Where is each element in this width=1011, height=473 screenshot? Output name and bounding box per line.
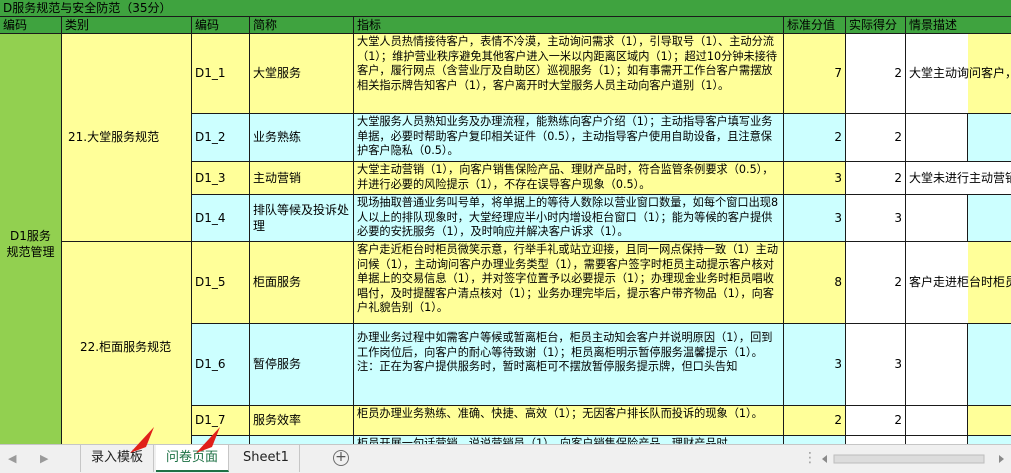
annotation-arrow-icon bbox=[130, 427, 154, 453]
cell-actual-d1-1[interactable]: 2 bbox=[846, 34, 906, 114]
cell-desc-d1-4[interactable] bbox=[906, 195, 968, 242]
cell-indicator-d1-1[interactable]: 大堂人员热情接待客户，表情不冷漠，主动询问需求（1），引导取号（1）、主动分流（… bbox=[354, 34, 784, 114]
cell-standard-d1-5[interactable]: 8 bbox=[784, 242, 846, 324]
header-indicator[interactable]: 指标 bbox=[354, 17, 784, 34]
cell-desc-d1-1[interactable]: 大堂主动询问客户， bbox=[906, 34, 1011, 114]
cell-standard-d1-7[interactable]: 2 bbox=[784, 406, 846, 436]
scroll-right-icon[interactable]: ▶ bbox=[40, 452, 48, 465]
group-code-cell[interactable]: D1服务规范管理 bbox=[0, 34, 62, 444]
cell-indicator-d1-3[interactable]: 大堂主动营销（1），向客户销售保险产品、理财产品时，符合监管条例要求（0.5），… bbox=[354, 162, 784, 195]
header-standard-score[interactable]: 标准分值 bbox=[784, 17, 846, 34]
cell-actual-next[interactable] bbox=[846, 436, 906, 444]
tab-sheet1[interactable]: Sheet1 bbox=[233, 445, 300, 472]
cell-extra-d1-6[interactable] bbox=[968, 324, 1011, 406]
cell-actual-d1-2[interactable]: 2 bbox=[846, 114, 906, 162]
cell-indicator-d1-6[interactable]: 办理业务过程中如需客户等候或暂离柜台，柜员主动知会客户并说明原因（1），回到工作… bbox=[354, 324, 784, 406]
cell-code-d1-6[interactable]: D1_6 bbox=[192, 324, 250, 406]
cell-code-d1-1[interactable]: D1_1 bbox=[192, 34, 250, 114]
header-code-2[interactable]: 编码 bbox=[192, 17, 250, 34]
cell-standard-d1-2[interactable]: 2 bbox=[784, 114, 846, 162]
cell-standard-d1-3[interactable]: 3 bbox=[784, 162, 846, 195]
cell-short-d1-7[interactable]: 服务效率 bbox=[250, 406, 354, 436]
horizontal-scrollbar[interactable] bbox=[820, 453, 1010, 465]
header-category[interactable]: 类别 bbox=[62, 17, 192, 34]
cell-indicator-d1-4[interactable]: 现场抽取普通业务叫号单，将单据上的等待人数除以营业窗口数量，如每个窗口出现8人以… bbox=[354, 195, 784, 242]
cell-extra-d1-7[interactable] bbox=[968, 406, 1011, 436]
cell-short-d1-6[interactable]: 暂停服务 bbox=[250, 324, 354, 406]
cell-indicator-next[interactable]: 柜员开展一句话营销，说说营销员（1）、向客户销售保险产品、理财产品时 bbox=[354, 436, 784, 444]
cell-desc-next[interactable] bbox=[906, 436, 968, 444]
category-lobby[interactable]: 21.大堂服务规范 bbox=[62, 34, 192, 242]
cell-standard-d1-4[interactable]: 3 bbox=[784, 195, 846, 242]
cell-extra-d1-2[interactable] bbox=[968, 114, 1011, 162]
cell-short-d1-2[interactable]: 业务熟练 bbox=[250, 114, 354, 162]
cell-desc-d1-6[interactable] bbox=[906, 324, 968, 406]
cell-short-d1-1[interactable]: 大堂服务 bbox=[250, 34, 354, 114]
header-code[interactable]: 编码 bbox=[0, 17, 62, 34]
section-title[interactable]: D服务规范与安全防范（35分） bbox=[0, 0, 1011, 17]
cell-standard-d1-1[interactable]: 7 bbox=[784, 34, 846, 114]
cell-code-d1-2[interactable]: D1_2 bbox=[192, 114, 250, 162]
add-sheet-icon[interactable]: + bbox=[333, 450, 349, 466]
more-options-icon[interactable]: ⋮ bbox=[803, 450, 817, 466]
cell-code-d1-4[interactable]: D1_4 bbox=[192, 195, 250, 242]
cell-desc-d1-5[interactable]: 客户走进柜台时柜员 bbox=[906, 242, 1011, 324]
cell-short-d1-4[interactable]: 排队等候及投诉处理 bbox=[250, 195, 354, 242]
cell-indicator-d1-2[interactable]: 大堂服务人员熟知业务及办理流程，能熟练向客户介绍（1）；主动指导客户填写业务单据… bbox=[354, 114, 784, 162]
cell-extra-d1-4[interactable] bbox=[968, 195, 1011, 242]
spreadsheet-grid[interactable]: D服务规范与安全防范（35分） 编码 类别 编码 简称 指标 标准分值 实际得分… bbox=[0, 0, 1011, 444]
cell-code-d1-3[interactable]: D1_3 bbox=[192, 162, 250, 195]
cell-standard-next[interactable] bbox=[784, 436, 846, 444]
cell-extra-next[interactable] bbox=[968, 436, 1011, 444]
header-scenario[interactable]: 情景描述 bbox=[906, 17, 1011, 34]
cell-actual-d1-5[interactable]: 2 bbox=[846, 242, 906, 324]
scroll-left-icon[interactable]: ◀ bbox=[8, 452, 16, 465]
cell-desc-d1-3[interactable]: 大堂未进行主动营销 bbox=[906, 162, 1011, 195]
cell-indicator-d1-7[interactable]: 柜员办理业务熟练、准确、快捷、高效（1）；无因客户排长队而投诉的现象（1）。 bbox=[354, 406, 784, 436]
cell-standard-d1-6[interactable]: 3 bbox=[784, 324, 846, 406]
cell-actual-d1-7[interactable]: 2 bbox=[846, 406, 906, 436]
scroll-right-arrow-icon bbox=[999, 455, 1004, 463]
header-actual-score[interactable]: 实际得分 bbox=[846, 17, 906, 34]
sheet-tab-bar: ◀ ▶ 录入模板 问卷页面 Sheet1 + ⋮ bbox=[0, 427, 1011, 473]
cell-actual-d1-6[interactable]: 3 bbox=[846, 324, 906, 406]
cell-desc-d1-7[interactable] bbox=[906, 406, 968, 436]
cell-actual-d1-3[interactable]: 2 bbox=[846, 162, 906, 195]
cell-actual-d1-4[interactable]: 3 bbox=[846, 195, 906, 242]
cell-code-d1-5[interactable]: D1_5 bbox=[192, 242, 250, 324]
cell-short-next[interactable] bbox=[250, 436, 354, 444]
cell-short-d1-3[interactable]: 主动营销 bbox=[250, 162, 354, 195]
cell-short-d1-5[interactable]: 柜面服务 bbox=[250, 242, 354, 324]
cell-indicator-d1-5[interactable]: 客户走近柜台时柜员微笑示意，行举手礼或站立迎接，且同一网点保持一致（1）主动问候… bbox=[354, 242, 784, 324]
category-counter[interactable]: 22.柜面服务规范 bbox=[62, 242, 192, 444]
cell-desc-d1-2[interactable] bbox=[906, 114, 968, 162]
header-short-name[interactable]: 简称 bbox=[250, 17, 354, 34]
scroll-thumb bbox=[833, 454, 985, 464]
annotation-arrow-icon bbox=[196, 427, 220, 453]
scroll-left-arrow-icon bbox=[822, 455, 827, 463]
